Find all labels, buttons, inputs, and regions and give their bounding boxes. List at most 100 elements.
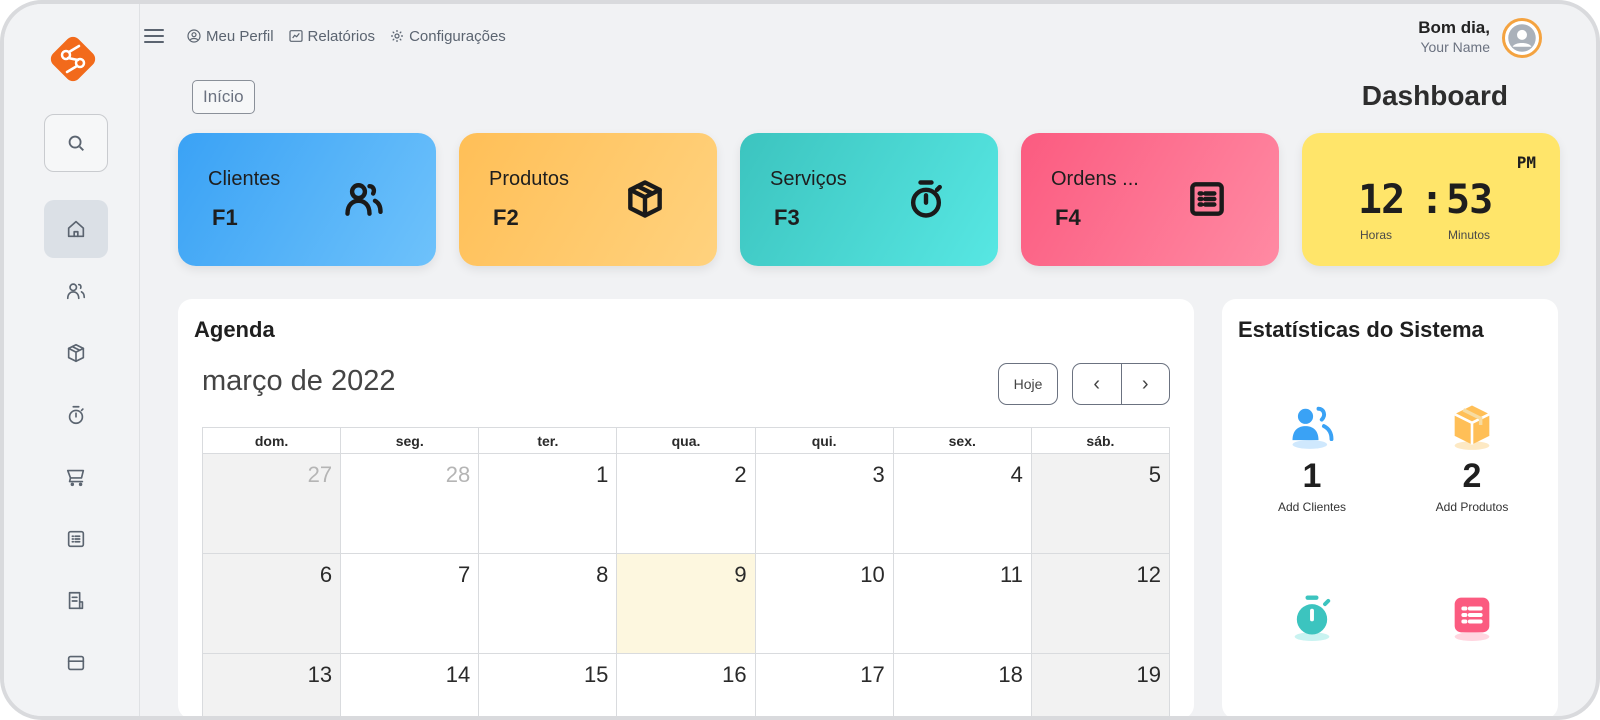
calendar-day[interactable]: 18 — [893, 654, 1031, 720]
calendar-day[interactable]: 4 — [893, 454, 1031, 554]
sidebar-item-home[interactable] — [44, 200, 108, 258]
top-link-settings[interactable]: Configurações — [389, 28, 506, 45]
stat-orders[interactable] — [1402, 589, 1542, 647]
list-icon — [1185, 177, 1229, 221]
stat-products[interactable]: 2 Add Produtos — [1402, 399, 1542, 514]
menu-toggle-button[interactable] — [144, 28, 166, 44]
card-shortcut-key: F1 — [212, 205, 238, 231]
weekday-header: sex. — [893, 428, 1031, 454]
clock-card: PM 12 : 53 Horas Minutos — [1302, 133, 1560, 266]
calendar-day[interactable]: 27 — [203, 454, 341, 554]
sidebar-item-finance[interactable] — [44, 634, 108, 692]
stopwatch-icon — [1286, 589, 1338, 641]
clock-minutes: 53 — [1446, 177, 1492, 223]
sidebar-search-button[interactable] — [44, 114, 108, 172]
weekday-header: qua. — [617, 428, 755, 454]
chart-icon — [288, 28, 304, 44]
stat-clients[interactable]: 1 Add Clientes — [1242, 399, 1382, 514]
stats-panel: Estatísticas do Sistema 1 Add Clientes — [1222, 299, 1558, 719]
shortcut-card-products[interactable]: Produtos F2 — [459, 133, 717, 266]
weekday-header: qui. — [755, 428, 893, 454]
calendar-day[interactable]: 7 — [341, 554, 479, 654]
breadcrumb[interactable]: Início — [192, 80, 255, 114]
weekday-header: seg. — [341, 428, 479, 454]
calendar-day[interactable]: 5 — [1031, 454, 1169, 554]
stat-label: Add Clientes — [1242, 500, 1382, 514]
user-name: Your Name — [1418, 39, 1490, 55]
list-icon — [1446, 589, 1498, 641]
calendar-nav: ‹ › — [1072, 363, 1170, 405]
top-link-label: Meu Perfil — [206, 28, 274, 45]
users-icon — [342, 177, 386, 221]
shortcut-card-orders[interactable]: Ordens ... F4 — [1021, 133, 1279, 266]
sidebar — [4, 4, 140, 720]
users-icon — [1286, 399, 1338, 451]
calendar-day[interactable]: 16 — [617, 654, 755, 720]
calendar-day[interactable]: 12 — [1031, 554, 1169, 654]
app-logo[interactable] — [46, 32, 100, 86]
clock-minutes-label: Minutos — [1448, 228, 1490, 242]
top-link-profile[interactable]: Meu Perfil — [186, 28, 274, 45]
calendar-day[interactable]: 2 — [617, 454, 755, 554]
greeting-text: Bom dia, — [1418, 18, 1490, 38]
weekday-header: ter. — [479, 428, 617, 454]
agenda-panel: Agenda março de 2022 Hoje ‹ › dom. seg. … — [178, 299, 1194, 719]
box-icon — [1446, 399, 1498, 451]
calendar-day[interactable]: 28 — [341, 454, 479, 554]
calendar-day[interactable]: 10 — [755, 554, 893, 654]
calendar-day[interactable]: 11 — [893, 554, 1031, 654]
sidebar-item-orders[interactable] — [44, 510, 108, 568]
top-link-label: Configurações — [409, 28, 506, 45]
calendar-day[interactable]: 8 — [479, 554, 617, 654]
sidebar-item-products[interactable] — [44, 324, 108, 382]
card-shortcut-key: F2 — [493, 205, 519, 231]
calendar-week: 27 28 1 2 3 4 5 — [203, 454, 1170, 554]
calendar-month: março de 2022 — [202, 365, 395, 398]
sidebar-item-receipts[interactable] — [44, 572, 108, 630]
receipt-icon — [65, 590, 87, 612]
top-link-reports[interactable]: Relatórios — [288, 28, 376, 45]
calendar-day-today[interactable]: 9 — [617, 554, 755, 654]
card-shortcut-key: F3 — [774, 205, 800, 231]
list-icon — [65, 528, 87, 550]
top-link-label: Relatórios — [308, 28, 376, 45]
card-label: Ordens ... — [1051, 168, 1139, 191]
agenda-title: Agenda — [194, 317, 275, 343]
user-circle-icon — [186, 28, 202, 44]
next-month-button[interactable]: › — [1121, 364, 1170, 404]
card-label: Serviços — [770, 168, 847, 191]
shortcut-card-clients[interactable]: Clientes F1 — [178, 133, 436, 266]
user-avatar-icon — [1507, 23, 1537, 53]
calendar-day[interactable]: 3 — [755, 454, 893, 554]
card-label: Produtos — [489, 168, 569, 191]
app-frame: Meu Perfil Relatórios Configurações Bom … — [0, 0, 1600, 720]
calendar-day[interactable]: 17 — [755, 654, 893, 720]
today-button[interactable]: Hoje — [998, 363, 1058, 405]
clock-hours: 12 — [1358, 177, 1404, 223]
avatar[interactable] — [1502, 18, 1542, 58]
calendar-week: 13 14 15 16 17 18 19 — [203, 654, 1170, 720]
calendar-day[interactable]: 6 — [203, 554, 341, 654]
shortcut-card-services[interactable]: Serviços F3 — [740, 133, 998, 266]
stopwatch-icon — [65, 404, 87, 426]
sidebar-item-sales[interactable] — [44, 448, 108, 506]
user-greeting: Bom dia, Your Name — [1418, 18, 1490, 55]
card-label: Clientes — [208, 168, 280, 191]
stat-value: 1 — [1242, 457, 1382, 496]
weekday-header: dom. — [203, 428, 341, 454]
calendar-day[interactable]: 13 — [203, 654, 341, 720]
calendar-day[interactable]: 1 — [479, 454, 617, 554]
calendar-day[interactable]: 15 — [479, 654, 617, 720]
home-icon — [65, 218, 87, 240]
sidebar-item-services[interactable] — [44, 386, 108, 444]
calendar-day[interactable]: 14 — [341, 654, 479, 720]
sidebar-item-clients[interactable] — [44, 262, 108, 320]
stat-label: Add Produtos — [1402, 500, 1542, 514]
calendar-day[interactable]: 19 — [1031, 654, 1169, 720]
prev-month-button[interactable]: ‹ — [1073, 364, 1121, 404]
stat-value: 2 — [1402, 457, 1542, 496]
card-shortcut-key: F4 — [1055, 205, 1081, 231]
users-icon — [65, 280, 87, 302]
stat-services[interactable] — [1242, 589, 1382, 647]
card-icon — [65, 652, 87, 674]
